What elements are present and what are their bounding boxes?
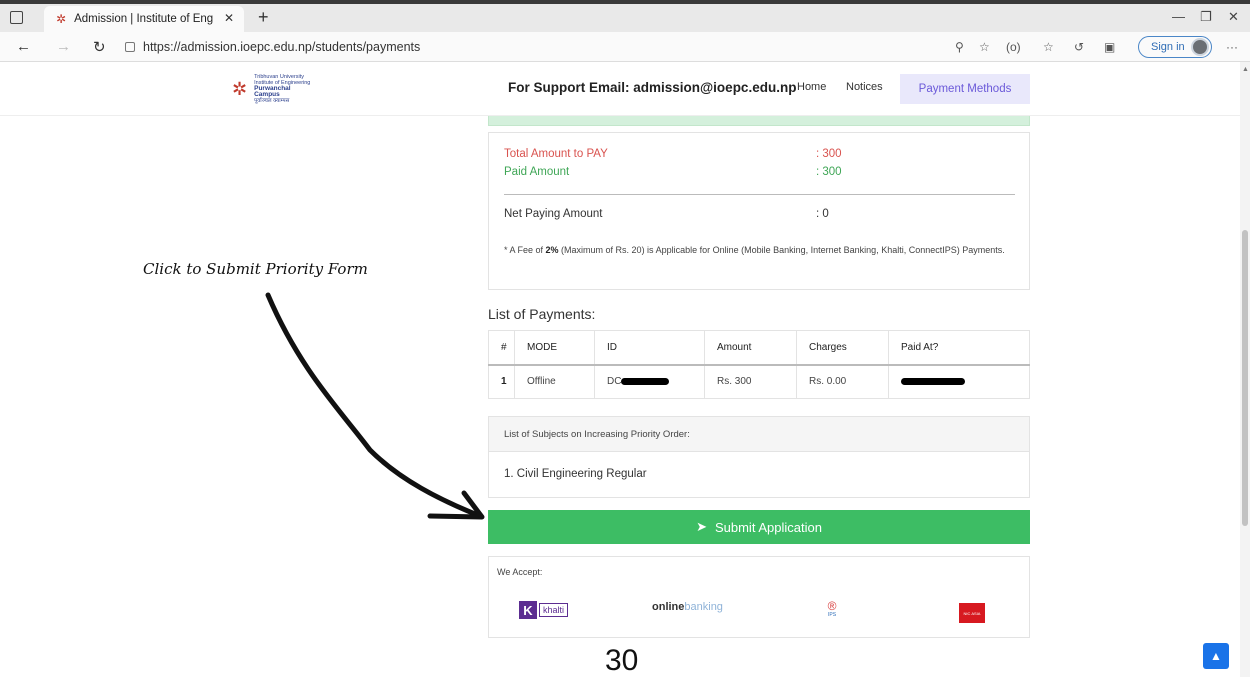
address-bar-row: ← → ↻ https://admission.ioepc.edu.np/stu… — [0, 32, 1250, 62]
nav-payment-methods[interactable]: Payment Methods — [900, 74, 1030, 104]
col-header-id: ID — [594, 330, 705, 366]
col-header-mode: MODE — [514, 330, 595, 366]
history-icon[interactable]: ↺ — [1074, 40, 1084, 54]
connectips-logo: ® IPS — [819, 600, 845, 622]
favorites-icon[interactable]: ☆ — [1043, 40, 1054, 54]
site-favicon-icon: ✲ — [56, 12, 67, 26]
scroll-up-icon[interactable]: ▲ — [1242, 66, 1249, 73]
accepted-payments-card: We Accept: K khalti onlinebanking ® IPS … — [488, 556, 1030, 638]
col-header-num: # — [488, 330, 515, 366]
cell-charges: Rs. 0.00 — [796, 364, 889, 399]
zoom-icon[interactable]: ⚲ — [955, 40, 964, 54]
maximize-icon[interactable]: ❐ — [1200, 9, 1212, 25]
url-field[interactable]: https://admission.ioepc.edu.np/students/… — [125, 36, 945, 58]
ips-mark-icon: ® — [827, 599, 837, 613]
nav-notices[interactable]: Notices — [846, 81, 883, 93]
fee-note-post: (Maximum of Rs. 20) is Applicable for On… — [558, 245, 1005, 255]
subjects-heading: List of Subjects on Increasing Priority … — [489, 417, 1029, 452]
avatar — [1191, 38, 1209, 56]
khalti-k-icon: K — [519, 601, 537, 619]
close-tab-icon[interactable]: ✕ — [224, 11, 234, 25]
paid-amount-label: Paid Amount — [504, 166, 570, 178]
khalti-text: khalti — [539, 603, 569, 617]
table-header-row: # MODE ID Amount Charges Paid At? — [488, 330, 1030, 366]
logo-line3: Purwanchal Campus — [254, 85, 291, 98]
new-tab-icon[interactable]: + — [258, 7, 269, 28]
online-banking-logo: onlinebanking — [652, 601, 723, 613]
scrollbar-thumb[interactable] — [1242, 230, 1248, 526]
extension-icon[interactable]: (o) — [1006, 40, 1021, 54]
sign-in-label: Sign in — [1151, 41, 1185, 53]
id-prefix: DC — [607, 376, 622, 388]
cell-num: 1 — [488, 364, 515, 399]
submit-label: Submit Application — [714, 519, 822, 535]
net-amount-value: : 0 — [816, 208, 829, 220]
fee-note: * A Fee of 2% (Maximum of Rs. 20) is App… — [504, 242, 1014, 258]
fee-note-pre: * A Fee of — [504, 245, 546, 255]
collections-icon[interactable]: ▣ — [1104, 40, 1115, 54]
lock-icon — [125, 42, 135, 52]
back-to-top-button[interactable]: ▲ — [1203, 643, 1229, 669]
list-item: 1. Civil Engineering Regular — [504, 468, 647, 480]
logo-line4: पूर्वाञ्चल क्याम्पस — [254, 98, 290, 104]
read-aloud-icon[interactable]: ☆ — [979, 40, 990, 54]
subjects-card: List of Subjects on Increasing Priority … — [488, 416, 1030, 498]
campus-emblem-icon: ✲ — [232, 79, 248, 99]
amount-summary-card: Total Amount to PAY : 300 Paid Amount : … — [488, 132, 1030, 290]
paper-plane-icon: ➤ — [696, 519, 707, 534]
sign-in-button[interactable]: Sign in — [1138, 36, 1212, 58]
total-amount-value: : 300 — [816, 148, 842, 160]
nav-home[interactable]: Home — [797, 81, 826, 93]
site-header: ✲ Tribhuvan University Institute of Engi… — [0, 62, 1240, 116]
fee-percent: 2% — [545, 245, 559, 255]
redaction-mark — [621, 378, 670, 386]
accept-label: We Accept: — [497, 567, 543, 577]
more-options-icon[interactable]: ··· — [1226, 40, 1238, 54]
submit-application-button[interactable]: ➤ Submit Application — [488, 510, 1030, 544]
payments-table: # MODE ID Amount Charges Paid At? 1 Offl… — [488, 330, 1030, 399]
banking-text: banking — [684, 601, 723, 613]
logo-text: Tribhuvan University Institute of Engine… — [254, 74, 312, 104]
col-header-charges: Charges — [796, 330, 889, 366]
ips-text: IPS — [827, 612, 837, 618]
table-row: 1 Offline DC Rs. 300 Rs. 0.00 — [488, 364, 1030, 399]
tab-title: Admission | Institute of Engineer — [74, 13, 215, 25]
page-number: 30 — [605, 644, 639, 677]
redaction-mark — [901, 378, 965, 386]
net-amount-label: Net Paying Amount — [504, 208, 603, 220]
cell-paid-at — [888, 364, 1030, 399]
cell-mode: Offline — [514, 364, 595, 399]
success-alert-strip — [488, 116, 1030, 126]
minimize-icon[interactable]: — — [1172, 9, 1185, 24]
tab-actions-icon[interactable] — [10, 11, 23, 24]
nic-asia-logo: NIC ASIA — [959, 603, 985, 623]
tab-bar: ✲ Admission | Institute of Engineer ✕ + … — [0, 4, 1250, 32]
cell-id: DC — [594, 364, 705, 399]
col-header-paid-at: Paid At? — [888, 330, 1030, 366]
divider — [504, 194, 1015, 195]
col-header-amount: Amount — [704, 330, 797, 366]
support-email: For Support Email: admission@ioepc.edu.n… — [508, 80, 797, 95]
forward-icon[interactable]: → — [56, 38, 71, 55]
url-text: https://admission.ioepc.edu.np/students/… — [143, 40, 421, 54]
payments-title: List of Payments: — [488, 306, 596, 322]
chevron-up-icon: ▲ — [1210, 649, 1222, 663]
online-text: online — [652, 601, 685, 613]
handwritten-annotation: Click to Submit Priority Form — [143, 260, 368, 278]
total-amount-label: Total Amount to PAY — [504, 148, 608, 160]
page-scrollbar[interactable]: ▲ — [1240, 62, 1250, 677]
refresh-icon[interactable]: ↻ — [93, 38, 106, 56]
close-window-icon[interactable]: ✕ — [1228, 9, 1239, 25]
campus-logo[interactable]: ✲ Tribhuvan University Institute of Engi… — [232, 74, 312, 104]
browser-tab[interactable]: ✲ Admission | Institute of Engineer ✕ — [44, 6, 244, 32]
cell-amount: Rs. 300 — [704, 364, 797, 399]
khalti-logo: K khalti — [519, 601, 569, 619]
paid-amount-value: : 300 — [816, 166, 842, 178]
back-icon[interactable]: ← — [16, 38, 31, 55]
